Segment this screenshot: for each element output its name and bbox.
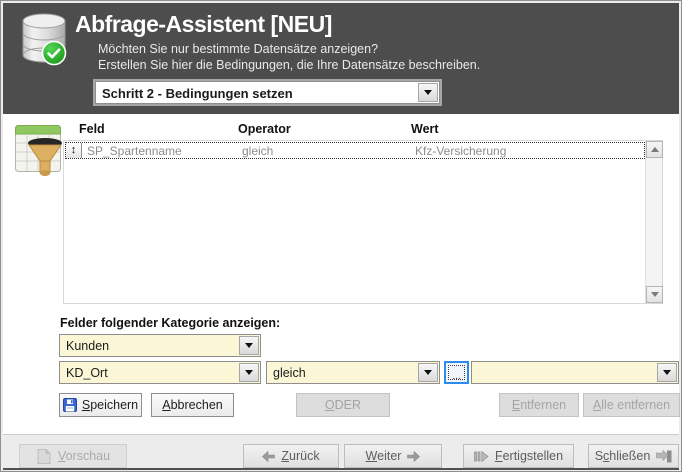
- category-dropdown-button[interactable]: [239, 336, 259, 355]
- save-button[interactable]: Speichern: [59, 393, 142, 417]
- triangle-down-icon: [651, 292, 659, 297]
- category-combobox-value: Kunden: [66, 339, 109, 353]
- remove-button-label: Entfernen: [512, 398, 566, 412]
- row-move-handle[interactable]: ↕: [66, 143, 82, 158]
- field-dropdown-button[interactable]: [239, 363, 259, 382]
- cancel-button[interactable]: Abbrechen: [151, 393, 234, 417]
- operator-dropdown-button[interactable]: [418, 363, 438, 382]
- floppy-disk-icon: [63, 398, 77, 412]
- browse-button[interactable]: ...: [444, 361, 469, 384]
- chevron-down-icon: [663, 370, 671, 375]
- condition-field-cell: SP_Spartenname: [87, 144, 182, 158]
- filter-table-icon: [13, 121, 69, 181]
- finish-button[interactable]: Fertigstellen: [463, 444, 574, 468]
- remove-button: Entfernen: [499, 393, 579, 417]
- finish-button-label: Fertigstellen: [495, 449, 563, 463]
- column-header-wert: Wert: [411, 122, 439, 136]
- value-combobox[interactable]: [471, 361, 679, 384]
- exit-door-icon: [656, 450, 672, 463]
- operator-combobox-value: gleich: [273, 366, 306, 380]
- close-button[interactable]: Schließen: [588, 444, 679, 468]
- preview-button-label: Vorschau: [58, 449, 110, 463]
- remove-all-button-label: Alle entfernen: [593, 398, 670, 412]
- condition-row[interactable]: ↕ SP_Spartenname gleich Kfz-Versicherung: [65, 142, 645, 159]
- scrollbar-up-button[interactable]: [646, 141, 663, 158]
- chevron-down-icon: [245, 370, 253, 375]
- vertical-scrollbar[interactable]: [645, 141, 662, 303]
- wizard-body: Feld Operator Wert ↕ SP_Spartenname glei…: [3, 114, 679, 434]
- next-button-label: Weiter: [366, 449, 402, 463]
- chevron-down-icon: [424, 90, 432, 95]
- value-dropdown-button[interactable]: [657, 363, 677, 382]
- next-button[interactable]: Weiter: [344, 444, 442, 468]
- chevron-down-icon: [424, 370, 432, 375]
- operator-combobox[interactable]: gleich: [266, 361, 440, 384]
- scrollbar-down-button[interactable]: [646, 286, 663, 303]
- or-button: ODER: [296, 393, 390, 417]
- preview-page-icon: [36, 448, 52, 465]
- step-combobox[interactable]: Schritt 2 - Bedingungen setzen: [95, 81, 440, 104]
- cancel-button-label: Abbrechen: [162, 398, 222, 412]
- category-label: Felder folgender Kategorie anzeigen:: [60, 316, 280, 330]
- field-combobox-value: KD_Ort: [66, 366, 108, 380]
- back-button-label: Zurück: [281, 449, 319, 463]
- or-button-label: ODER: [325, 398, 361, 412]
- wizard-header: Abfrage-Assistent [NEU] Möchten Sie nur …: [3, 3, 679, 114]
- up-down-arrow-icon: ↕: [71, 144, 77, 156]
- field-combobox[interactable]: KD_Ort: [59, 361, 261, 384]
- subtitle-line-2: Erstellen Sie hier die Bedingungen, die …: [98, 58, 480, 72]
- arrow-left-icon: [262, 451, 275, 462]
- database-check-icon: [16, 11, 72, 69]
- wizard-footer: Vorschau Zurück Weiter: [3, 434, 679, 468]
- conditions-listbox: ↕ SP_Spartenname gleich Kfz-Versicherung: [63, 140, 663, 304]
- back-button[interactable]: Zurück: [243, 444, 339, 468]
- bottom-divider: [3, 468, 679, 470]
- column-header-operator: Operator: [238, 122, 291, 136]
- query-wizard-dialog: Abfrage-Assistent [NEU] Möchten Sie nur …: [0, 0, 682, 472]
- column-header-feld: Feld: [79, 122, 105, 136]
- ellipsis-label: ...: [446, 373, 467, 381]
- step-combobox-dropdown-button[interactable]: [418, 83, 438, 102]
- arrow-right-icon: [407, 451, 420, 462]
- preview-button: Vorschau: [19, 444, 127, 468]
- category-combobox[interactable]: Kunden: [59, 334, 261, 357]
- page-title: Abfrage-Assistent [NEU]: [75, 11, 332, 38]
- condition-operator-cell: gleich: [242, 144, 273, 158]
- finish-flag-icon: [474, 451, 489, 462]
- remove-all-button: Alle entfernen: [583, 393, 680, 417]
- condition-value-cell: Kfz-Versicherung: [415, 144, 506, 158]
- save-button-label: Speichern: [82, 398, 138, 412]
- step-combobox-value: Schritt 2 - Bedingungen setzen: [102, 86, 293, 101]
- close-button-label: Schließen: [595, 449, 651, 463]
- subtitle-line-1: Möchten Sie nur bestimmte Datensätze anz…: [98, 42, 378, 56]
- triangle-up-icon: [651, 147, 659, 152]
- chevron-down-icon: [245, 343, 253, 348]
